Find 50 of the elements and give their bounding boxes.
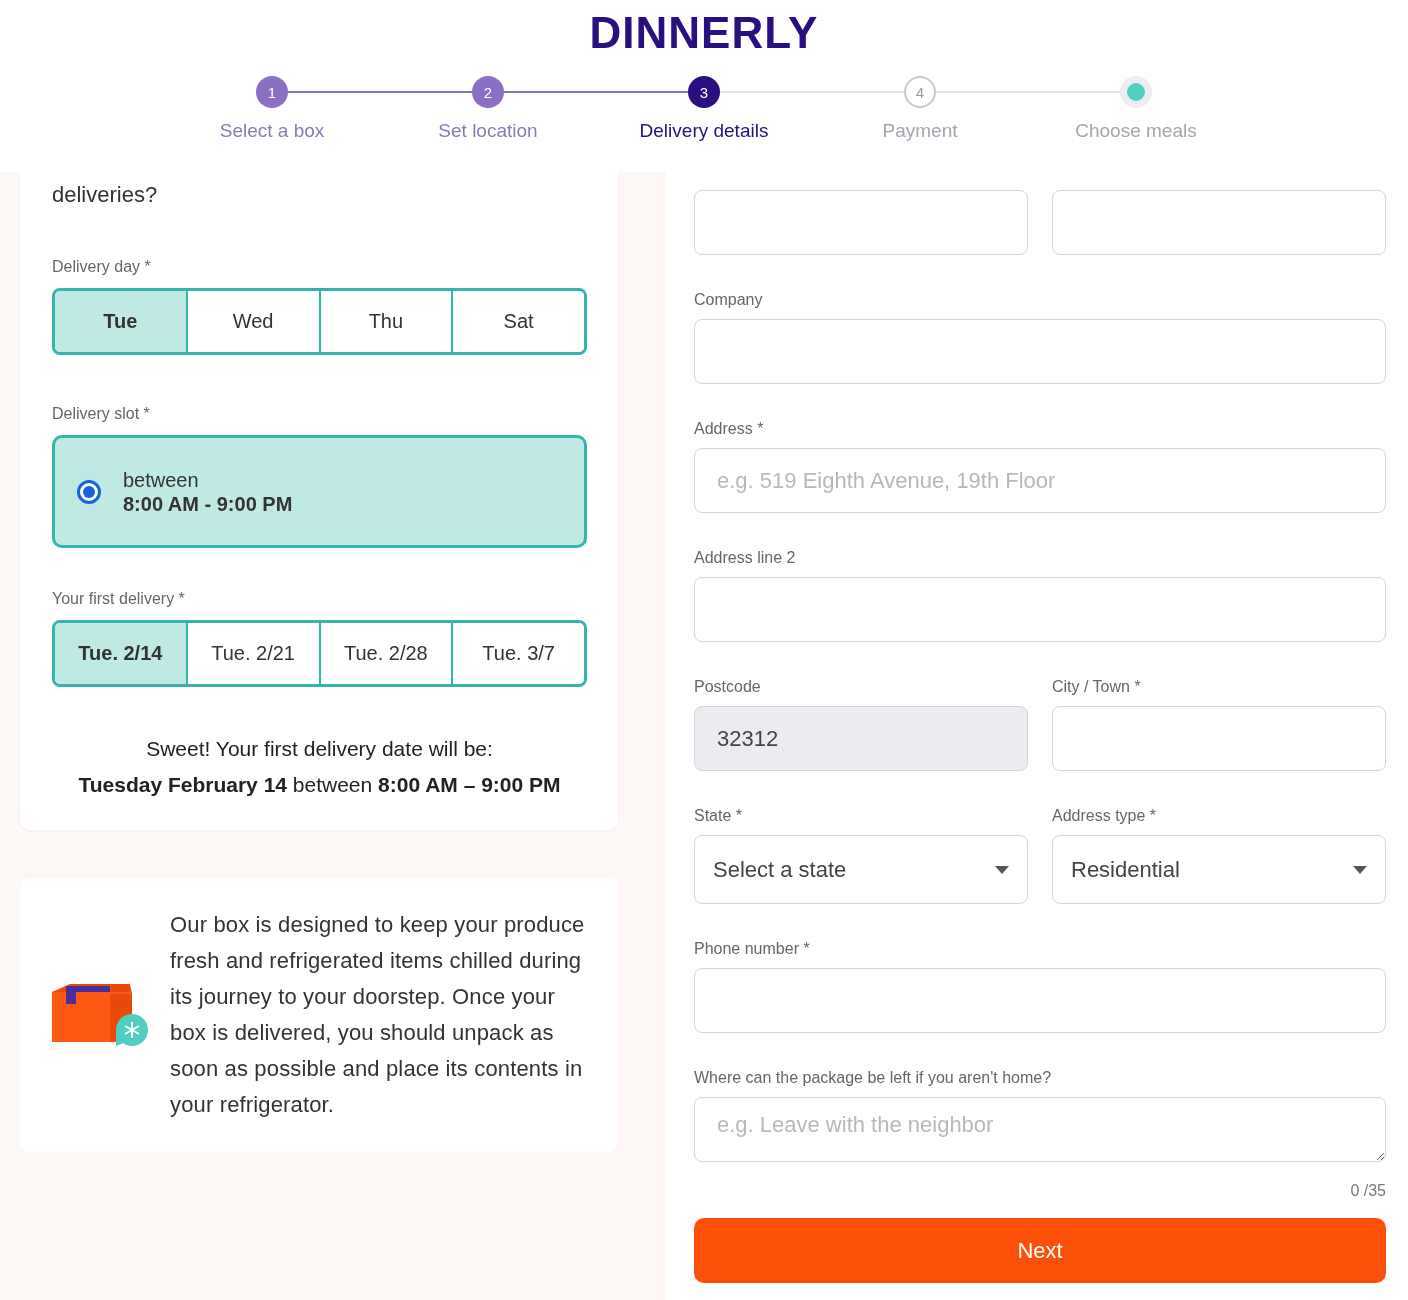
field-label: Your first delivery * — [52, 589, 186, 609]
input-field[interactable] — [694, 968, 1386, 1033]
date-option[interactable]: Tue. 3/7 — [451, 623, 584, 684]
field-label: Where can the package be left if you aren't home? — [694, 1068, 1053, 1088]
field-label: City / Town * — [1052, 677, 1142, 697]
day-option[interactable]: Sat — [451, 291, 584, 352]
caret-icon — [1353, 865, 1367, 874]
field-label: Company — [694, 290, 764, 310]
confirmation-message: Sweet! Your first delivery date will be: — [145, 736, 494, 762]
delivery-summary: Tuesday February 14 between 8:00 AM – 9:00 PM — [77, 772, 562, 798]
chilled-box-icon — [50, 982, 150, 1048]
input-field[interactable] — [694, 319, 1386, 384]
field-label: Delivery slot * — [52, 404, 151, 424]
field-label: Delivery day * — [52, 257, 152, 277]
step-number: 1 — [256, 76, 288, 108]
step-label: Payment — [882, 120, 958, 142]
step-number: 3 — [688, 76, 720, 108]
info-text: Our box is designed to keep your produce fresh and refrigerated items chilled during its journey to your doorstep. Once your box is delivered, you should unpack as soon as possible and place its contents in your refrigerator. — [170, 911, 586, 1119]
input-field[interactable] — [694, 577, 1386, 642]
slot-option[interactable]: between 8:00 AM - 9:00 PM — [52, 435, 587, 548]
input-field[interactable] — [1052, 190, 1386, 255]
slot-time: 8:00 AM - 9:00 PM — [123, 491, 293, 516]
step-label: Select a box — [219, 120, 325, 142]
field-label: Address type * — [1052, 806, 1158, 826]
field-label: Phone number * — [694, 939, 811, 959]
input-field[interactable] — [1052, 706, 1386, 771]
field-label: Address * — [694, 419, 765, 439]
select-field[interactable]: Residential — [1052, 835, 1386, 904]
step-label: Set location — [438, 120, 538, 142]
logo: DINNERLY — [589, 8, 819, 58]
step-number: 4 — [904, 76, 936, 108]
date-option[interactable]: Tue. 2/14 — [55, 623, 186, 684]
radio-button[interactable] — [77, 479, 101, 504]
character-counter: 0 /35 — [1350, 1182, 1386, 1200]
input-field[interactable] — [694, 190, 1028, 255]
text-area[interactable]: e.g. Leave with the neighbor — [694, 1097, 1386, 1162]
field-label: Postcode — [694, 677, 762, 697]
step-label: Choose meals — [1075, 120, 1197, 142]
slot-prefix: between — [123, 467, 200, 492]
day-option[interactable]: Tue — [55, 291, 186, 352]
section-heading: deliveries? — [52, 181, 159, 209]
field-label: State * — [694, 806, 744, 826]
step-label: Delivery details — [639, 120, 769, 142]
select-value: Residential — [1071, 856, 1180, 883]
select-value: Select a state — [713, 856, 847, 883]
field-label: Address line 2 — [694, 548, 797, 568]
input-field[interactable]: e.g. 519 Eighth Avenue, 19th Floor — [694, 448, 1386, 513]
select-field[interactable]: Select a state — [694, 835, 1028, 904]
step-number: 2 — [472, 76, 504, 108]
caret-icon — [995, 865, 1009, 874]
